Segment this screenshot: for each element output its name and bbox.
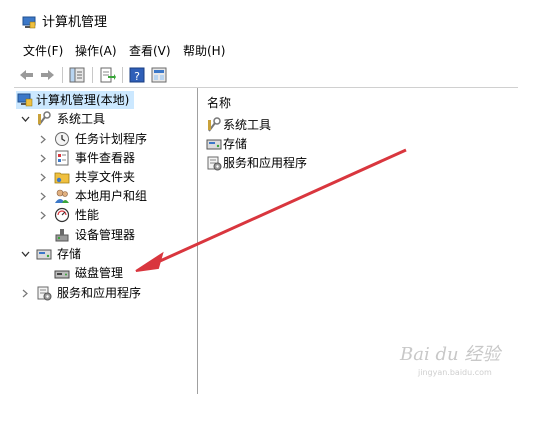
- tree-item-label: 任务计划程序: [75, 132, 148, 146]
- menu-action[interactable]: 操作(A): [75, 43, 117, 59]
- back-arrow-icon[interactable]: [18, 66, 36, 84]
- toolbar-separator: [122, 67, 123, 83]
- event-viewer-icon: [55, 150, 69, 166]
- users-icon: [55, 189, 69, 203]
- tree-item-label: 性能: [75, 208, 100, 222]
- column-header-name[interactable]: 名称: [207, 94, 231, 111]
- menu-bar: 文件(F) 操作(A) 查看(V) 帮助(H): [0, 40, 553, 62]
- list-item[interactable]: 存储: [206, 135, 406, 153]
- chevron-right-icon[interactable]: [39, 135, 48, 144]
- services-icon: [207, 156, 222, 171]
- tree-item-label: 计算机管理(本地): [36, 93, 130, 107]
- window-title: 计算机管理: [42, 15, 108, 30]
- tree-item-disk-management[interactable]: 磁盘管理: [14, 264, 194, 282]
- properties-icon[interactable]: [150, 66, 168, 84]
- tree-item-system-tools[interactable]: 系统工具: [14, 110, 194, 128]
- clock-icon: [55, 132, 69, 146]
- toolbar-separator: [62, 67, 63, 83]
- menu-help[interactable]: 帮助(H): [183, 43, 225, 59]
- chevron-right-icon[interactable]: [39, 154, 48, 163]
- tree-item-shared-folders[interactable]: 共享文件夹: [14, 168, 194, 186]
- chevron-right-icon[interactable]: [39, 192, 48, 201]
- tree-item-label: 设备管理器: [75, 228, 136, 242]
- tree-item-computer-management[interactable]: 计算机管理(本地): [16, 91, 134, 109]
- tree-item-label: 磁盘管理: [75, 266, 124, 280]
- tree-item-local-users[interactable]: 本地用户和组: [14, 187, 194, 205]
- navigation-tree: 计算机管理(本地) 系统工具 任务计划程序 事件查看器 共享文件夹 本地用户和组…: [14, 88, 198, 394]
- help-icon[interactable]: ?: [128, 66, 146, 84]
- shared-folder-icon: [54, 172, 70, 184]
- toolbar-separator: [92, 67, 93, 83]
- tree-item-label: 存储: [57, 247, 82, 261]
- chevron-right-icon[interactable]: [39, 211, 48, 220]
- system-tools-icon: [208, 117, 221, 132]
- tree-item-event-viewer[interactable]: 事件查看器: [14, 149, 194, 167]
- show-tree-icon[interactable]: [68, 66, 86, 84]
- tree-item-label: 服务和应用程序: [57, 286, 142, 300]
- watermark-url: jingyan.baidu.com: [418, 368, 492, 377]
- tree-item-performance[interactable]: 性能: [14, 206, 194, 224]
- computer-management-icon: [22, 16, 36, 29]
- toolbar: ?: [0, 64, 518, 86]
- tree-item-storage[interactable]: 存储: [14, 245, 194, 263]
- performance-icon: [54, 207, 70, 223]
- list-item-label: 存储: [223, 137, 248, 151]
- forward-arrow-icon[interactable]: [38, 66, 56, 84]
- list-item[interactable]: 系统工具: [206, 116, 406, 134]
- tree-item-services-apps[interactable]: 服务和应用程序: [14, 284, 194, 302]
- chevron-right-icon[interactable]: [39, 173, 48, 182]
- storage-icon: [206, 139, 222, 150]
- menu-view[interactable]: 查看(V): [129, 43, 171, 59]
- list-item[interactable]: 服务和应用程序: [206, 154, 406, 172]
- list-item-label: 服务和应用程序: [223, 156, 308, 170]
- tree-item-device-manager[interactable]: 设备管理器: [14, 226, 194, 244]
- services-icon: [37, 286, 52, 301]
- title-bar: 计算机管理: [0, 0, 553, 38]
- device-manager-icon: [55, 229, 69, 242]
- chevron-down-icon[interactable]: [21, 250, 30, 259]
- system-tools-icon: [38, 111, 51, 126]
- watermark: Bai du 经验: [400, 344, 501, 365]
- tree-item-label: 系统工具: [57, 112, 106, 126]
- tree-item-label: 事件查看器: [75, 151, 136, 165]
- tree-item-label: 本地用户和组: [75, 189, 148, 203]
- disk-management-icon: [54, 270, 70, 279]
- computer-management-icon: [17, 93, 33, 107]
- svg-text:?: ?: [134, 70, 140, 83]
- storage-icon: [36, 249, 52, 260]
- tree-item-task-scheduler[interactable]: 任务计划程序: [14, 130, 194, 148]
- chevron-right-icon[interactable]: [21, 289, 30, 298]
- chevron-down-icon[interactable]: [21, 115, 30, 124]
- list-item-label: 系统工具: [223, 118, 272, 132]
- tree-item-label: 共享文件夹: [75, 170, 136, 184]
- menu-file[interactable]: 文件(F): [23, 43, 63, 59]
- export-list-icon[interactable]: [98, 66, 116, 84]
